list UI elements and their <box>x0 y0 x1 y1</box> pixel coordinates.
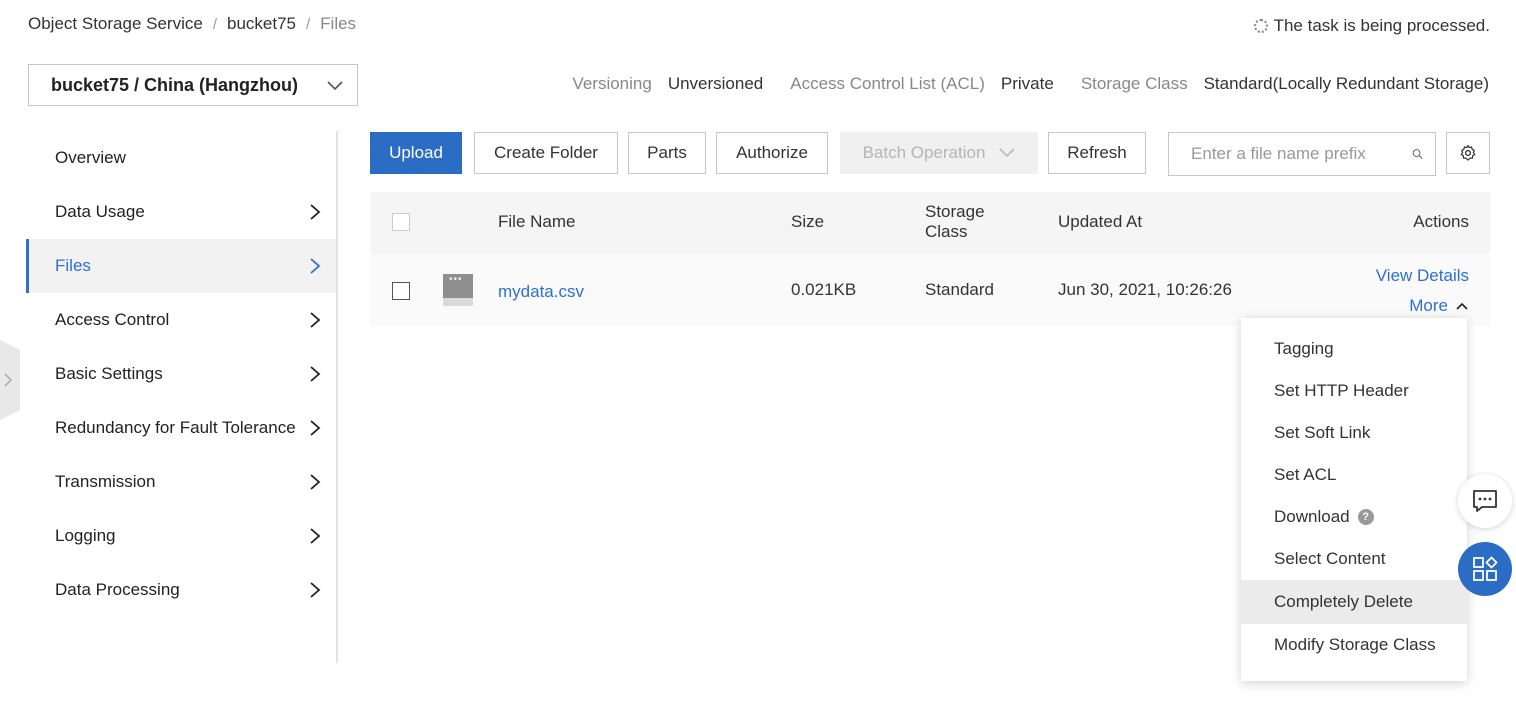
search-icon[interactable] <box>1412 142 1423 166</box>
chevron-up-icon <box>1456 302 1468 310</box>
sidebar-item-redundancy[interactable]: Redundancy for Fault Tolerance <box>26 401 336 455</box>
chevron-right-icon <box>310 366 321 382</box>
sidebar-item-logging[interactable]: Logging <box>26 509 336 563</box>
bucket-selector[interactable]: bucket75 / China (Hangzhou) <box>28 64 358 106</box>
acl-value: Private <box>1000 74 1054 93</box>
sidebar-item-label: Overview <box>55 148 126 167</box>
more-actions-link[interactable]: More <box>1409 296 1468 316</box>
apps-grid-icon <box>1473 556 1498 581</box>
menu-item-set-acl[interactable]: Set ACL <box>1241 454 1467 496</box>
chevron-right-icon <box>310 420 321 436</box>
menu-item-download[interactable]: Download ? <box>1241 496 1467 538</box>
menu-item-select-content[interactable]: Select Content <box>1241 538 1467 580</box>
file-search <box>1168 132 1436 176</box>
menu-item-label: Download <box>1274 507 1350 526</box>
sidebar-item-label: Transmission <box>55 472 156 491</box>
breadcrumb-current: Files <box>320 14 357 33</box>
breadcrumb-item-bucket[interactable]: bucket75 <box>227 14 296 34</box>
sidebar-item-label: Data Processing <box>55 580 180 599</box>
create-folder-button[interactable]: Create Folder <box>474 132 618 174</box>
upload-button[interactable]: Upload <box>370 132 462 174</box>
sidebar-item-transmission[interactable]: Transmission <box>26 455 336 509</box>
chat-button[interactable] <box>1458 474 1512 528</box>
task-status-text: The task is being processed. <box>1273 16 1490 35</box>
file-storage-class: Standard <box>925 280 994 299</box>
table-row: mydata.csv 0.021KB Standard Jun 30, 2021… <box>370 254 1490 326</box>
chevron-down-icon <box>327 81 343 91</box>
sidebar-item-label: Access Control <box>55 310 170 329</box>
breadcrumb-separator: / <box>212 15 217 33</box>
authorize-button[interactable]: Authorize <box>716 132 828 174</box>
menu-item-set-soft-link[interactable]: Set Soft Link <box>1241 412 1467 454</box>
parts-button[interactable]: Parts <box>628 132 706 174</box>
sidebar-item-access-control[interactable]: Access Control <box>26 293 336 347</box>
row-checkbox[interactable] <box>392 282 410 300</box>
menu-item-set-http-header[interactable]: Set HTTP Header <box>1241 370 1467 412</box>
acl-label: Access Control List (ACL) <box>790 74 985 93</box>
search-input[interactable] <box>1169 133 1412 175</box>
storage-class-value: Standard(Locally Redundant Storage) <box>1203 74 1489 93</box>
sidebar-item-label: Logging <box>55 526 116 545</box>
column-header-actions: Actions <box>1413 212 1469 231</box>
select-all-checkbox[interactable] <box>392 213 410 231</box>
chevron-right-icon <box>310 312 321 328</box>
sidebar: Overview Data Usage Files Access Control… <box>26 131 338 663</box>
gear-icon <box>1460 144 1476 161</box>
refresh-button[interactable]: Refresh <box>1048 132 1146 174</box>
file-size: 0.021KB <box>791 280 857 299</box>
bucket-meta: Versioning Unversioned Access Control Li… <box>572 74 1489 94</box>
table-header: File Name Size Storage Class Updated At … <box>370 192 1490 254</box>
versioning-label: Versioning <box>572 74 652 93</box>
versioning-value: Unversioned <box>667 74 764 93</box>
file-icon <box>443 274 473 306</box>
sidebar-item-data-usage[interactable]: Data Usage <box>26 185 336 239</box>
sidebar-item-files[interactable]: Files <box>26 239 336 293</box>
more-label: More <box>1409 296 1448 315</box>
sidebar-item-label: Data Usage <box>55 202 145 221</box>
chevron-right-icon <box>4 373 13 387</box>
sidebar-item-label: Files <box>55 256 91 275</box>
apps-button[interactable] <box>1458 542 1512 596</box>
breadcrumb: Object Storage Service / bucket75 / File… <box>28 14 356 34</box>
sidebar-collapse-handle[interactable] <box>0 340 20 420</box>
menu-item-modify-storage-class[interactable]: Modify Storage Class <box>1241 624 1467 666</box>
sidebar-item-label: Basic Settings <box>55 364 163 383</box>
settings-button[interactable] <box>1446 132 1490 174</box>
chevron-right-icon <box>310 258 321 274</box>
sidebar-item-label: Redundancy for Fault Tolerance <box>55 418 296 437</box>
column-header-storage-class: Storage Class <box>925 202 985 241</box>
chevron-right-icon <box>310 582 321 598</box>
column-header-size: Size <box>791 212 825 231</box>
storage-class-label: Storage Class <box>1080 74 1188 93</box>
sidebar-item-overview[interactable]: Overview <box>26 131 336 185</box>
help-icon[interactable]: ? <box>1357 509 1374 525</box>
chevron-right-icon <box>310 528 321 544</box>
column-header-updated-at: Updated At <box>1058 212 1143 231</box>
sidebar-item-basic-settings[interactable]: Basic Settings <box>26 347 336 401</box>
chat-icon <box>1473 490 1497 512</box>
loading-spinner-icon <box>1253 19 1268 33</box>
batch-operation-label: Batch Operation <box>862 143 986 162</box>
menu-item-tagging[interactable]: Tagging <box>1241 328 1467 370</box>
task-status: The task is being processed. <box>1253 16 1490 36</box>
file-name-link[interactable]: mydata.csv <box>498 282 584 302</box>
chevron-right-icon <box>310 474 321 490</box>
chevron-right-icon <box>310 204 321 220</box>
bucket-selector-value: bucket75 / China (Hangzhou) <box>51 74 299 95</box>
breadcrumb-item-oss[interactable]: Object Storage Service <box>28 14 203 34</box>
more-actions-menu: Tagging Set HTTP Header Set Soft Link Se… <box>1241 318 1467 681</box>
chevron-down-icon <box>999 148 1015 158</box>
file-updated-at: Jun 30, 2021, 10:26:26 <box>1058 280 1232 299</box>
view-details-link[interactable]: View Details <box>1376 266 1469 286</box>
sidebar-item-data-processing[interactable]: Data Processing <box>26 563 336 617</box>
batch-operation-dropdown[interactable]: Batch Operation <box>840 132 1038 174</box>
menu-item-completely-delete[interactable]: Completely Delete <box>1241 580 1467 624</box>
column-header-file-name: File Name <box>498 212 576 231</box>
breadcrumb-separator: / <box>305 15 311 33</box>
